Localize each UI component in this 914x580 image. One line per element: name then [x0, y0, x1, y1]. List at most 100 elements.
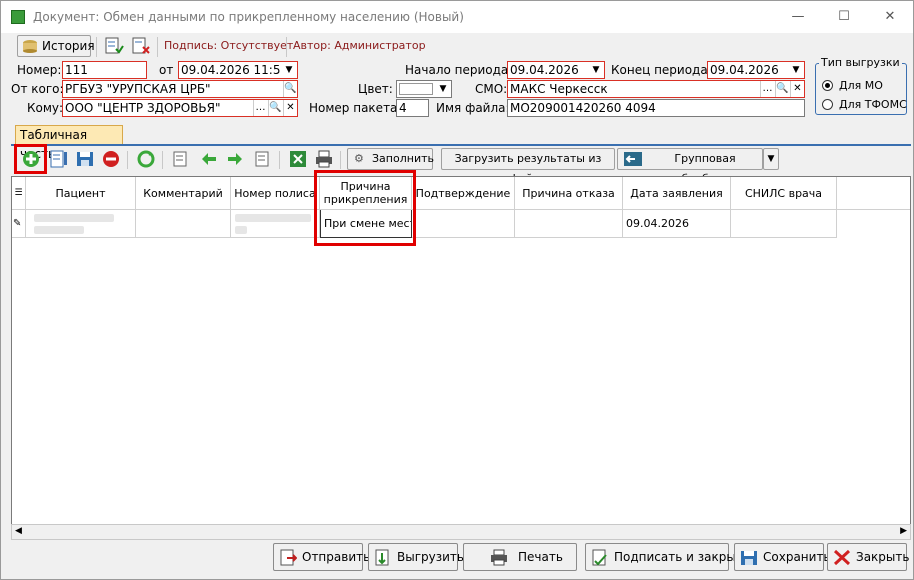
copy-row-icon[interactable] [171, 149, 191, 169]
arrow-left-icon[interactable] [199, 149, 219, 169]
cell-patient[interactable] [26, 210, 136, 238]
horizontal-scrollbar[interactable]: ◀ ▶ [11, 524, 911, 540]
header-application-date[interactable]: Дата заявления [623, 177, 731, 210]
chevron-down-icon[interactable]: ▼ [281, 62, 297, 78]
load-results-button[interactable]: Загрузить результаты из файла [441, 148, 615, 185]
from-date-field[interactable]: 09.04.2026 11:52 ▼ [178, 61, 298, 79]
cell-comment[interactable] [136, 210, 231, 238]
period-end-value: 09.04.2026 [710, 63, 779, 77]
from-org-field[interactable]: РГБУЗ "УРУПСКАЯ ЦРБ" 🔍 [62, 80, 298, 98]
chevron-down-icon[interactable]: ▼ [435, 81, 451, 97]
color-swatch [399, 83, 433, 95]
ellipsis-icon[interactable]: … [760, 81, 774, 97]
edit-row-icon[interactable] [49, 149, 69, 169]
cell-refusal-reason[interactable] [515, 210, 623, 238]
separator [157, 37, 158, 57]
document-icon [11, 10, 25, 24]
group-processing-icon [624, 152, 642, 166]
search-icon[interactable]: 🔍 [775, 81, 789, 97]
history-icon [23, 40, 37, 53]
separator [127, 151, 128, 169]
row-edit-indicator[interactable]: ✎ [12, 210, 26, 238]
fill-button[interactable]: ⚙ Заполнить [347, 148, 434, 170]
save-button[interactable]: Сохранить [734, 543, 831, 571]
from-org-value: РГБУЗ "УРУПСКАЯ ЦРБ" [65, 82, 211, 96]
packet-number-label: Номер пакета: [309, 101, 402, 115]
checklist-icon[interactable] [104, 37, 124, 55]
cell-application-date[interactable]: 09.04.2026 [623, 210, 731, 238]
minimize-button[interactable]: — [775, 1, 821, 33]
period-start-field[interactable]: 09.04.2026 ▼ [507, 61, 605, 79]
data-grid[interactable]: ☰ Пациент Комментарий Номер полиса Причи… [11, 176, 911, 540]
color-field[interactable]: ▼ [396, 80, 452, 98]
header-doctor-snils[interactable]: СНИЛС врача [731, 177, 837, 210]
save-row-icon[interactable] [75, 149, 95, 169]
close-label: Закрыть [856, 550, 910, 564]
maximize-button[interactable]: ☐ [821, 1, 867, 33]
period-start-value: 09.04.2026 [510, 63, 579, 77]
cell-doctor-snils[interactable] [731, 210, 837, 238]
send-button[interactable]: Отправить [273, 543, 370, 571]
separator [286, 37, 287, 57]
highlight-add-button [14, 144, 47, 174]
row-selector-header[interactable]: ☰ [12, 177, 26, 210]
print-icon[interactable] [314, 149, 334, 169]
chevron-down-icon[interactable]: ▼ [788, 62, 804, 78]
delete-row-icon[interactable] [101, 149, 121, 169]
arrow-right-icon[interactable] [225, 149, 245, 169]
sign-and-close-button[interactable]: Подписать и закрыть [585, 543, 750, 571]
tab-table-part[interactable]: Табличная часть [15, 125, 123, 161]
signature-status: Подпись: Отсутствует [164, 39, 294, 52]
highlight-attachment-reason [314, 170, 416, 246]
search-icon[interactable]: 🔍 [283, 81, 297, 97]
period-end-label: Конец периода: [611, 63, 712, 77]
to-org-value: ООО "ЦЕНТР ЗДОРОВЬЯ" [65, 101, 221, 115]
from-date-value: 09.04.2026 11:52 [181, 63, 289, 77]
close-window-button[interactable]: ✕ [867, 1, 913, 33]
column-settings-icon: ☰ [14, 187, 23, 198]
group-processing-dropdown[interactable]: ▼ [763, 148, 779, 170]
header-confirmation[interactable]: Подтверждение [412, 177, 515, 210]
close-button[interactable]: Закрыть [827, 543, 910, 571]
sign-and-close-label: Подписать и закрыть [614, 550, 750, 564]
clear-icon[interactable]: ✕ [790, 81, 804, 97]
chevron-down-icon[interactable]: ▼ [588, 62, 604, 78]
header-comment[interactable]: Комментарий [136, 177, 231, 210]
smo-value: МАКС Черкесск [510, 82, 608, 96]
ellipsis-icon[interactable]: … [253, 100, 267, 116]
cell-confirmation[interactable] [412, 210, 515, 238]
export-button[interactable]: Выгрузить [368, 543, 464, 571]
radio-tfoms-label: Для ТФОМС [839, 98, 907, 111]
chevron-down-icon: ▼ [767, 154, 775, 164]
group-processing-button[interactable]: Групповая обработка [617, 148, 763, 185]
move-row-icon[interactable] [253, 149, 273, 169]
scroll-left-icon[interactable]: ◀ [15, 526, 22, 536]
pencil-icon: ✎ [13, 218, 22, 229]
header-refusal-reason[interactable]: Причина отказа [515, 177, 623, 210]
radio-mo[interactable] [822, 80, 833, 91]
radio-tfoms[interactable] [822, 99, 833, 110]
window-title: Документ: Обмен данными по прикрепленном… [33, 10, 464, 24]
smo-field[interactable]: МАКС Черкесск … 🔍 ✕ [507, 80, 805, 98]
tab-underline [11, 144, 911, 146]
gear-icon: ⚙ [354, 152, 364, 165]
color-label: Цвет: [358, 82, 393, 96]
header-filler [837, 177, 910, 210]
refresh-icon[interactable] [136, 149, 156, 169]
scroll-right-icon[interactable]: ▶ [900, 526, 907, 536]
excel-icon[interactable] [288, 149, 308, 169]
cell-policy[interactable] [231, 210, 320, 238]
print-button[interactable]: Печать [463, 543, 577, 571]
period-end-field[interactable]: 09.04.2026 ▼ [707, 61, 805, 79]
packet-number-field[interactable]: 4 [396, 99, 429, 117]
cancel-list-icon[interactable] [131, 37, 151, 55]
history-label: История [42, 39, 95, 53]
to-org-field[interactable]: ООО "ЦЕНТР ЗДОРОВЬЯ" … 🔍 ✕ [62, 99, 298, 117]
clear-icon[interactable]: ✕ [283, 100, 297, 116]
filename-field[interactable]: МО209001420260 4094 [507, 99, 805, 117]
search-icon[interactable]: 🔍 [268, 100, 282, 116]
header-policy-number[interactable]: Номер полиса [231, 177, 320, 210]
header-patient[interactable]: Пациент [26, 177, 136, 210]
number-field[interactable]: 111 [62, 61, 147, 79]
history-button[interactable]: История [17, 35, 95, 57]
